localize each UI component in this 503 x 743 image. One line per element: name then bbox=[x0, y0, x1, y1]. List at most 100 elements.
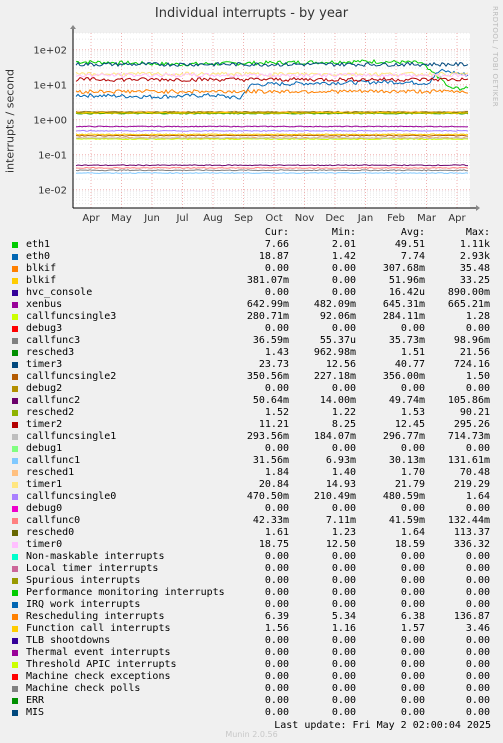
legend-row: callfunc1 31.56m 6.93m 30.13m 131.61m bbox=[0, 455, 503, 467]
legend-min-value: 0.00 bbox=[331, 551, 356, 562]
legend-cur-value: 642.99m bbox=[246, 299, 289, 310]
legend-swatch bbox=[12, 482, 18, 488]
legend-cur-value: 381.07m bbox=[246, 275, 289, 286]
legend-row: callfunc3 36.59m 55.37u 35.73m 98.96m bbox=[0, 335, 503, 347]
legend-min-value: 962.98m bbox=[313, 347, 356, 358]
x-axis-arrow bbox=[476, 205, 480, 211]
legend-avg-value: 0.00 bbox=[400, 599, 425, 610]
legend-max-value: 131.61m bbox=[447, 455, 490, 466]
legend-min-value: 12.56 bbox=[325, 359, 356, 370]
legend-series-name: callfunc3 bbox=[26, 335, 81, 346]
legend-swatch bbox=[12, 638, 18, 644]
legend-avg-value: 1.53 bbox=[400, 407, 425, 418]
legend-max-value: 90.21 bbox=[459, 407, 490, 418]
legend-swatch bbox=[12, 554, 18, 560]
plot-background bbox=[73, 33, 470, 208]
legend-swatch bbox=[12, 338, 18, 344]
col-max-header: Max: bbox=[465, 227, 490, 238]
legend-cur-value: 470.50m bbox=[246, 491, 289, 502]
legend-avg-value: 30.13m bbox=[388, 455, 425, 466]
y-tick-label: 1e-02 bbox=[38, 186, 67, 197]
legend-cur-value: 0.00 bbox=[264, 575, 289, 586]
legend-cur-value: 0.00 bbox=[264, 599, 289, 610]
legend-swatch bbox=[12, 458, 18, 464]
legend-swatch bbox=[12, 422, 18, 428]
legend-avg-value: 18.59 bbox=[394, 539, 425, 550]
legend-max-value: 0.00 bbox=[465, 671, 490, 682]
legend-cur-value: 0.00 bbox=[264, 647, 289, 658]
legend-row: eth0 18.87 1.42 7.74 2.93k bbox=[0, 251, 503, 263]
legend-series-name: debug0 bbox=[26, 503, 63, 514]
legend-series-name: Spurious interrupts bbox=[26, 575, 141, 586]
legend-swatch bbox=[12, 398, 18, 404]
legend-avg-value: 0.00 bbox=[400, 503, 425, 514]
legend-series-name: TLB shootdowns bbox=[26, 635, 111, 646]
legend-min-value: 227.18m bbox=[313, 371, 356, 382]
legend-swatch bbox=[12, 710, 18, 716]
legend-cur-value: 31.56m bbox=[252, 455, 289, 466]
legend-cur-value: 293.56m bbox=[246, 431, 289, 442]
legend-max-value: 890.00m bbox=[447, 287, 490, 298]
legend-min-value: 0.00 bbox=[331, 695, 356, 706]
legend-avg-value: 0.00 bbox=[400, 647, 425, 658]
legend-cur-value: 0.00 bbox=[264, 323, 289, 334]
legend-avg-value: 0.00 bbox=[400, 635, 425, 646]
legend-series-name: callfuncsingle1 bbox=[26, 431, 117, 442]
y-tick-label: 1e-01 bbox=[38, 151, 67, 162]
legend-max-value: 33.25 bbox=[459, 275, 490, 286]
legend-min-value: 0.00 bbox=[331, 275, 356, 286]
legend-swatch bbox=[12, 434, 18, 440]
legend-series-name: Local timer interrupts bbox=[26, 563, 159, 574]
legend-series-name: callfuncsingle2 bbox=[26, 371, 117, 382]
legend-swatch bbox=[12, 386, 18, 392]
legend-max-value: 132.44m bbox=[447, 515, 490, 526]
legend-avg-value: 49.74m bbox=[388, 395, 425, 406]
legend-row: resched0 1.61 1.23 1.64 113.37 bbox=[0, 527, 503, 539]
legend-series-name: debug1 bbox=[26, 443, 63, 454]
legend-cur-value: 0.00 bbox=[264, 587, 289, 598]
legend-cur-value: 0.00 bbox=[264, 263, 289, 274]
legend-avg-value: 0.00 bbox=[400, 683, 425, 694]
legend-avg-value: 49.51 bbox=[394, 239, 425, 250]
legend-swatch bbox=[12, 698, 18, 704]
legend-row: Function call interrupts 1.56 1.16 1.57 3.46 bbox=[0, 623, 503, 635]
legend-swatch bbox=[12, 278, 18, 284]
series-line bbox=[75, 125, 469, 128]
legend-min-value: 12.50 bbox=[325, 539, 356, 550]
legend-avg-value: 40.77 bbox=[394, 359, 425, 370]
legend-cur-value: 1.56 bbox=[264, 623, 289, 634]
legend-avg-value: 0.00 bbox=[400, 563, 425, 574]
legend-max-value: 0.00 bbox=[465, 575, 490, 586]
legend-swatch bbox=[12, 302, 18, 308]
legend-max-value: 136.87 bbox=[453, 611, 490, 622]
legend-series-name: debug2 bbox=[26, 383, 63, 394]
x-tick-label: Jan bbox=[357, 213, 373, 224]
legend-min-value: 0.00 bbox=[331, 587, 356, 598]
legend-min-value: 0.00 bbox=[331, 683, 356, 694]
legend-min-value: 210.49m bbox=[313, 491, 356, 502]
legend-series-name: timer1 bbox=[26, 479, 63, 490]
legend-cur-value: 1.61 bbox=[264, 527, 289, 538]
legend-min-value: 1.16 bbox=[331, 623, 356, 634]
legend-min-value: 0.00 bbox=[331, 671, 356, 682]
legend-series-name: callfunc1 bbox=[26, 455, 81, 466]
legend-max-value: 105.86m bbox=[447, 395, 490, 406]
legend-cur-value: 0.00 bbox=[264, 707, 289, 718]
legend-row: eth1 7.66 2.01 49.51 1.11k bbox=[0, 239, 503, 251]
legend-swatch bbox=[12, 290, 18, 296]
legend-min-value: 1.40 bbox=[331, 467, 356, 478]
legend-row: debug0 0.00 0.00 0.00 0.00 bbox=[0, 503, 503, 515]
legend-max-value: 3.46 bbox=[465, 623, 490, 634]
legend-swatch bbox=[12, 494, 18, 500]
legend-swatch bbox=[12, 470, 18, 476]
x-tick-label: Feb bbox=[387, 213, 405, 224]
legend-series-name: Non-maskable interrupts bbox=[26, 551, 165, 562]
legend-row: MIS 0.00 0.00 0.00 0.00 bbox=[0, 707, 503, 719]
y-tick-label: 1e+00 bbox=[33, 116, 67, 127]
legend-swatch bbox=[12, 350, 18, 356]
legend-max-value: 2.93k bbox=[459, 251, 490, 262]
legend-min-value: 0.00 bbox=[331, 599, 356, 610]
legend-avg-value: 1.64 bbox=[400, 527, 425, 538]
legend-row: resched1 1.84 1.40 1.70 70.48 bbox=[0, 467, 503, 479]
legend-avg-value: 0.00 bbox=[400, 551, 425, 562]
